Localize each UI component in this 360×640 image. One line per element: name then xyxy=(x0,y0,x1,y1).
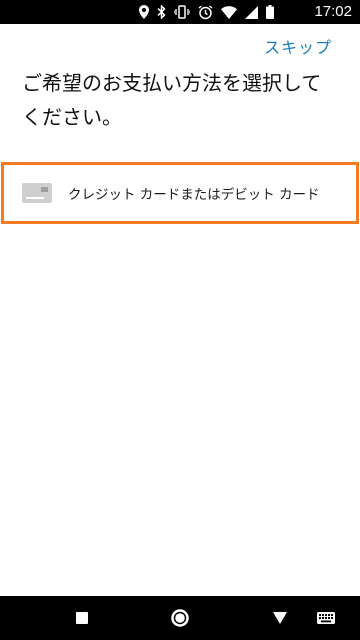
back-icon xyxy=(273,612,287,624)
navigation-bar xyxy=(0,596,360,640)
bluetooth-icon xyxy=(157,5,166,19)
status-icons xyxy=(139,0,274,24)
location-icon xyxy=(139,5,149,19)
card-chip xyxy=(41,187,48,192)
battery-icon xyxy=(266,5,274,19)
home-icon xyxy=(171,609,189,627)
keyboard-icon xyxy=(317,612,335,624)
keyboard-button[interactable] xyxy=(312,596,340,640)
card-stripe xyxy=(26,197,44,199)
recent-apps-icon xyxy=(76,612,88,624)
payment-option-label: クレジット カードまたはデビット カード xyxy=(68,187,320,203)
vibrate-icon xyxy=(174,5,190,19)
alarm-icon xyxy=(198,4,213,20)
credit-card-icon xyxy=(22,183,52,203)
signal-icon xyxy=(245,5,258,19)
wifi-icon xyxy=(221,5,237,19)
page-title: ご希望のお支払い方法を選択してください。 xyxy=(22,71,322,129)
skip-button[interactable]: スキップ xyxy=(264,34,332,58)
back-button[interactable] xyxy=(266,596,294,640)
payment-option-card[interactable]: クレジット カードまたはデビット カード xyxy=(1,162,359,224)
status-bar: 17:02 xyxy=(0,0,360,24)
status-time: 17:02 xyxy=(314,3,352,20)
home-button[interactable] xyxy=(166,596,194,640)
recent-apps-button[interactable] xyxy=(68,596,96,640)
